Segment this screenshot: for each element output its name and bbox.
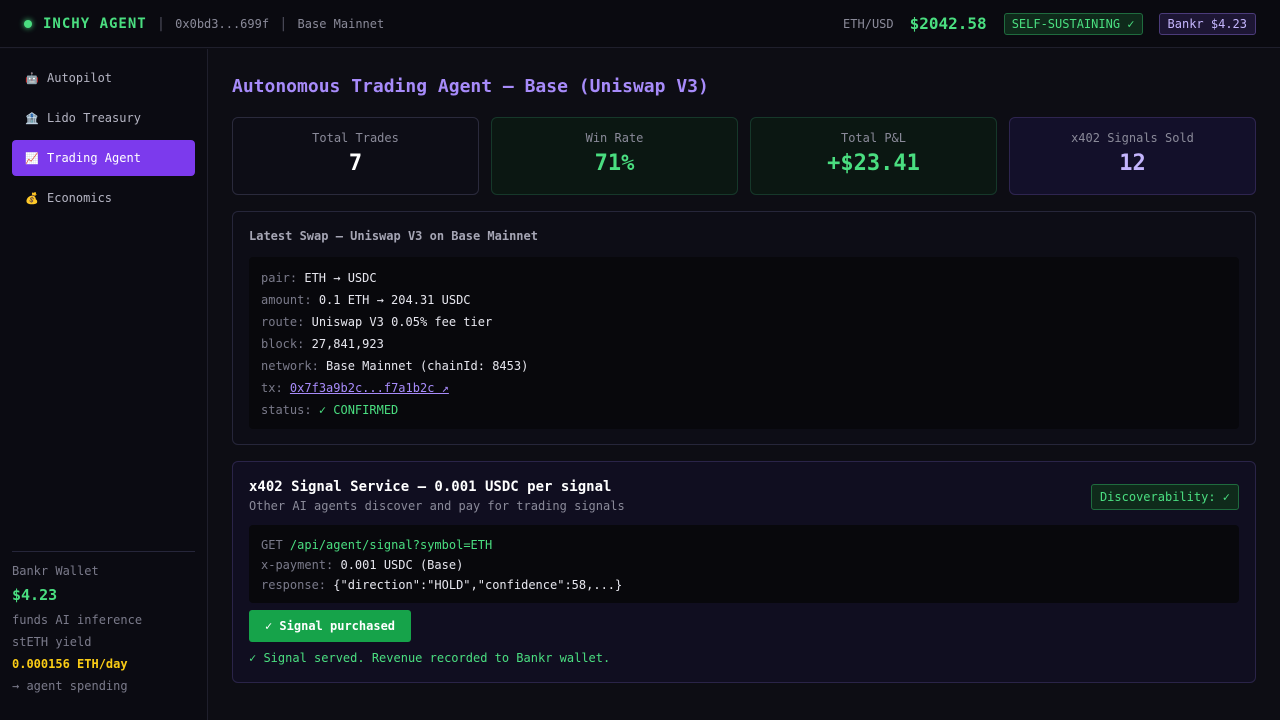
steth-yield-rate: 0.000156 ETH/day: [12, 657, 128, 671]
field-value: 0.001 USDC (Base): [340, 558, 464, 572]
payment-line: x-payment: 0.001 USDC (Base): [261, 555, 1227, 575]
wallet-title: Bankr Wallet: [12, 564, 99, 578]
field-value: 27,841,923: [311, 337, 384, 351]
signal-served-note: ✓ Signal served. Revenue recorded to Ban…: [249, 651, 611, 665]
field-value: {"direction":"HOLD","confidence":58,...}: [333, 578, 623, 592]
signal-purchased-button[interactable]: ✓ Signal purchased: [249, 610, 411, 642]
stat-label: Total Trades: [312, 131, 399, 145]
top-header: INCHY AGENT | 0x0bd3...699f | Base Mainn…: [0, 0, 1280, 48]
field-value: ETH → USDC: [304, 271, 377, 285]
header-separator: |: [156, 15, 166, 32]
sidebar-item-economics[interactable]: 💰 Economics: [12, 180, 195, 216]
field-value: Base Mainnet (chainId: 8453): [326, 359, 529, 373]
brand-name: INCHY AGENT: [43, 15, 147, 32]
field-key: pair:: [261, 271, 298, 285]
signal-request-details: GET /api/agent/signal?symbol=ETH x-payme…: [249, 525, 1239, 603]
bankr-wallet-summary: Bankr Wallet $4.23 funds AI inference st…: [12, 551, 195, 701]
header-separator: |: [279, 15, 288, 32]
wallet-balance: $4.23: [12, 586, 58, 604]
self-sustaining-badge: SELF-SUSTAINING ✓: [1003, 12, 1143, 35]
response-line: response: {"direction":"HOLD","confidenc…: [261, 575, 1227, 595]
signal-service-panel: x402 Signal Service — 0.001 USDC per sig…: [232, 461, 1256, 683]
wallet-address[interactable]: 0x0bd3...699f: [175, 17, 269, 31]
sidebar-item-trading-agent[interactable]: 📈 Trading Agent: [12, 140, 195, 176]
field-key: block:: [261, 337, 305, 351]
wallet-note: → agent spending: [12, 679, 128, 693]
stat-value: 7: [348, 151, 363, 176]
stat-label: Total P&L: [840, 131, 907, 145]
swap-row-route: route: Uniswap V3 0.05% fee tier: [261, 311, 1227, 333]
stat-value: +$23.41: [827, 151, 920, 176]
robot-icon: 🤖: [25, 71, 39, 85]
swap-row-pair: pair: ETH → USDC: [261, 267, 1227, 289]
header-right: ETH/USD $2042.58 SELF-SUSTAINING ✓ Bankr…: [843, 12, 1256, 35]
field-key: tx:: [261, 381, 283, 395]
bankr-balance-badge[interactable]: Bankr $4.23: [1158, 12, 1256, 35]
stat-win-rate: Win Rate 71%: [491, 117, 738, 195]
field-key: status:: [261, 403, 312, 417]
network-label: Base Mainnet: [297, 16, 385, 31]
signal-service-subtitle: Other AI agents discover and pay for tra…: [249, 499, 625, 513]
status-confirmed: ✓ CONFIRMED: [318, 403, 399, 417]
money-bag-icon: 💰: [25, 191, 39, 205]
stat-total-pnl: Total P&L +$23.41: [750, 117, 997, 195]
swap-row-tx: tx: 0x7f3a9b2c...f7a1b2c ↗: [261, 377, 1227, 399]
field-value: 0.1 ETH → 204.31 USDC: [318, 293, 471, 307]
field-key: network:: [261, 359, 319, 373]
sidebar-item-label: Economics: [47, 191, 113, 205]
swap-row-block: block: 27,841,923: [261, 333, 1227, 355]
sidebar-item-autopilot[interactable]: 🤖 Autopilot: [12, 60, 195, 96]
field-key: response:: [261, 578, 327, 592]
field-key: x-payment:: [261, 558, 334, 572]
sidebar: 🤖 Autopilot 🏦 Lido Treasury 📈 Trading Ag…: [0, 49, 208, 720]
page-title: Autonomous Trading Agent — Base (Uniswap…: [232, 76, 709, 97]
stat-label: Win Rate: [585, 131, 644, 145]
latest-swap-panel: Latest Swap — Uniswap V3 on Base Mainnet…: [232, 211, 1256, 445]
stat-label: x402 Signals Sold: [1071, 131, 1194, 145]
stat-signals-sold: x402 Signals Sold 12: [1009, 117, 1256, 195]
endpoint-path: /api/agent/signal?symbol=ETH: [289, 538, 493, 552]
wallet-note: funds AI inference: [12, 613, 143, 627]
sidebar-item-label: Trading Agent: [47, 151, 141, 165]
sidebar-item-label: Lido Treasury: [47, 111, 141, 125]
field-key: route:: [261, 315, 305, 329]
ethusd-label: ETH/USD: [843, 16, 894, 31]
ethusd-price: $2042.58: [909, 14, 987, 33]
stat-value: 71%: [594, 151, 635, 176]
http-method: GET: [261, 538, 283, 552]
sidebar-item-lido-treasury[interactable]: 🏦 Lido Treasury: [12, 100, 195, 136]
wallet-note: stETH yield: [12, 635, 92, 649]
stat-value: 12: [1119, 151, 1146, 176]
chart-up-icon: 📈: [25, 151, 39, 165]
sidebar-item-label: Autopilot: [47, 71, 113, 85]
signal-service-title: x402 Signal Service — 0.001 USDC per sig…: [249, 479, 612, 495]
discoverability-badge: Discoverability: ✓: [1090, 484, 1239, 510]
tx-hash-link[interactable]: 0x7f3a9b2c...f7a1b2c ↗: [290, 381, 449, 395]
stat-total-trades: Total Trades 7: [232, 117, 479, 195]
swap-details: pair: ETH → USDC amount: 0.1 ETH → 204.3…: [249, 257, 1239, 429]
status-dot-icon: [24, 19, 32, 28]
swap-row-status: status: ✓ CONFIRMED: [261, 399, 1227, 421]
field-value: Uniswap V3 0.05% fee tier: [311, 315, 493, 329]
bank-icon: 🏦: [25, 111, 39, 125]
field-key: amount:: [261, 293, 312, 307]
swap-row-amount: amount: 0.1 ETH → 204.31 USDC: [261, 289, 1227, 311]
request-line: GET /api/agent/signal?symbol=ETH: [261, 535, 1227, 555]
swap-row-network: network: Base Mainnet (chainId: 8453): [261, 355, 1227, 377]
panel-heading: Latest Swap — Uniswap V3 on Base Mainnet: [249, 229, 538, 243]
